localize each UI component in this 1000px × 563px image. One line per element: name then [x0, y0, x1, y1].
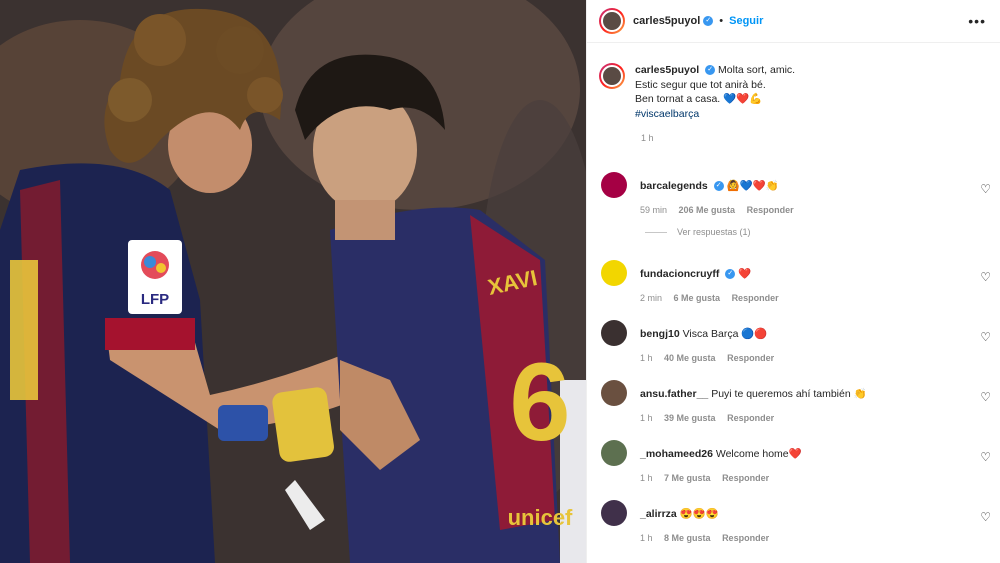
comment-meta: 2 min 6 Me gusta Responder	[640, 293, 788, 303]
comment-username[interactable]: _alirrza	[640, 508, 677, 520]
separator-dot: •	[719, 15, 724, 27]
xavi-number-text: 6	[509, 341, 570, 464]
comment: ansu.father__ Puyi te queremos ahí tambi…	[587, 380, 1000, 440]
comment-line: _alirrza 😍😍😍	[640, 507, 719, 520]
comment-time: 1 h	[640, 473, 653, 483]
comment: _alirrza 😍😍😍 1 h 8 Me gusta Responder ♡	[587, 500, 1000, 560]
heart-outline-icon[interactable]: ♡	[980, 270, 991, 284]
comment: barcalegends ✓ 🙆💙❤️👏 59 min 206 Me gusta…	[587, 172, 1000, 232]
reply-button[interactable]: Responder	[727, 413, 774, 423]
caption-author-avatar[interactable]	[599, 63, 625, 89]
caption-text: carles5puyol ✓ Molta sort, amic. Estic s…	[635, 63, 795, 121]
view-replies[interactable]: Ver respuestas (1)	[645, 227, 751, 237]
comment-meta: 1 h 8 Me gusta Responder	[640, 533, 778, 543]
comment-time: 1 h	[640, 413, 653, 423]
comment-likes[interactable]: 6 Me gusta	[674, 293, 721, 303]
verified-badge-icon: ✓	[725, 269, 736, 280]
reply-button[interactable]: Responder	[747, 205, 794, 215]
caption-username[interactable]: carles5puyol	[635, 64, 699, 76]
comment-text: 🙆💙❤️👏	[726, 180, 779, 192]
comment-text: Visca Barça 🔵🔴	[682, 328, 768, 340]
comment-line: barcalegends ✓ 🙆💙❤️👏	[640, 179, 779, 192]
lfp-badge-text: LFP	[141, 291, 169, 308]
comment-line: fundacioncruyff ✓ ❤️	[640, 267, 751, 280]
photo-illustration: LFP XAVI 6 unicef	[0, 0, 586, 563]
comment-line: bengj10 Visca Barça 🔵🔴	[640, 327, 768, 340]
comment-text: Puyi te queremos ahí también 👏	[711, 388, 867, 400]
comment: _mohameed26 Welcome home❤️ 1 h 7 Me gust…	[587, 440, 1000, 500]
caption-line: Ben tornat a casa. 💙❤️💪	[635, 93, 763, 105]
comment-username[interactable]: barcalegends	[640, 180, 708, 192]
comment: fundacioncruyff ✓ ❤️ 2 min 6 Me gusta Re…	[587, 260, 1000, 320]
caption-hashtag[interactable]: #viscaelbarça	[635, 108, 699, 120]
comment-time: 59 min	[640, 205, 668, 215]
comment-meta: 1 h 39 Me gusta Responder	[640, 413, 783, 423]
heart-outline-icon[interactable]: ♡	[980, 450, 991, 464]
reply-button[interactable]: Responder	[722, 473, 769, 483]
commenter-avatar[interactable]	[601, 500, 627, 526]
verified-badge-icon: ✓	[705, 65, 716, 76]
verified-badge-icon: ✓	[703, 16, 714, 26]
comment-text: 😍😍😍	[679, 508, 719, 520]
post-header: carles5puyol ✓ • Seguir •••	[587, 0, 1000, 43]
comment-username[interactable]: fundacioncruyff	[640, 268, 719, 280]
comment-likes[interactable]: 8 Me gusta	[664, 533, 711, 543]
author-username[interactable]: carles5puyol	[633, 15, 700, 27]
comment-likes[interactable]: 206 Me gusta	[679, 205, 736, 215]
comment: bengj10 Visca Barça 🔵🔴 1 h 40 Me gusta R…	[587, 320, 1000, 380]
caption-line: Estic segur que tot anirà bé.	[635, 78, 766, 91]
commenter-avatar[interactable]	[601, 172, 627, 198]
follow-button[interactable]: Seguir	[729, 15, 763, 27]
commenter-avatar[interactable]	[601, 440, 627, 466]
comment-line: ansu.father__ Puyi te queremos ahí tambi…	[640, 387, 867, 400]
post-side-panel: carles5puyol ✓ • Seguir ••• carles5puyol…	[586, 0, 1000, 563]
view-replies-label: Ver respuestas (1)	[677, 227, 751, 237]
comment-likes[interactable]: 40 Me gusta	[664, 353, 716, 363]
verified-badge-icon: ✓	[713, 181, 724, 192]
comment-text: Welcome home❤️	[715, 448, 802, 460]
comment-text: ❤️	[738, 268, 752, 280]
reply-button[interactable]: Responder	[732, 293, 779, 303]
heart-outline-icon[interactable]: ♡	[980, 182, 991, 196]
reply-button[interactable]: Responder	[722, 533, 769, 543]
comment-line: _mohameed26 Welcome home❤️	[640, 447, 802, 460]
author-avatar[interactable]	[599, 8, 625, 34]
commenter-avatar[interactable]	[601, 380, 627, 406]
post-caption: carles5puyol ✓ Molta sort, amic. Estic s…	[587, 43, 1000, 121]
comment-username[interactable]: ansu.father__	[640, 388, 708, 400]
comment-username[interactable]: _mohameed26	[640, 448, 713, 460]
comment-time: 1 h	[640, 533, 653, 543]
heart-outline-icon[interactable]: ♡	[980, 390, 991, 404]
commenter-avatar[interactable]	[601, 320, 627, 346]
comment-likes[interactable]: 39 Me gusta	[664, 413, 716, 423]
comment-likes[interactable]: 7 Me gusta	[664, 473, 711, 483]
comment-username[interactable]: bengj10	[640, 328, 680, 340]
comment-time: 1 h	[640, 353, 653, 363]
heart-outline-icon[interactable]: ♡	[980, 510, 991, 524]
caption-time: 1 h	[641, 133, 654, 143]
comment-time: 2 min	[640, 293, 663, 303]
comment-meta: 1 h 7 Me gusta Responder	[640, 473, 778, 483]
more-options-icon[interactable]: •••	[968, 13, 986, 29]
reply-button[interactable]: Responder	[727, 353, 774, 363]
heart-outline-icon[interactable]: ♡	[980, 330, 991, 344]
commenter-avatar[interactable]	[601, 260, 627, 286]
comment-meta: 1 h 40 Me gusta Responder	[640, 353, 783, 363]
comment-meta: 59 min 206 Me gusta Responder	[640, 205, 803, 215]
post-photo[interactable]: LFP XAVI 6 unicef	[0, 0, 586, 563]
sponsor-text: unicef	[508, 505, 573, 530]
caption-line: Molta sort, amic.	[718, 64, 796, 76]
